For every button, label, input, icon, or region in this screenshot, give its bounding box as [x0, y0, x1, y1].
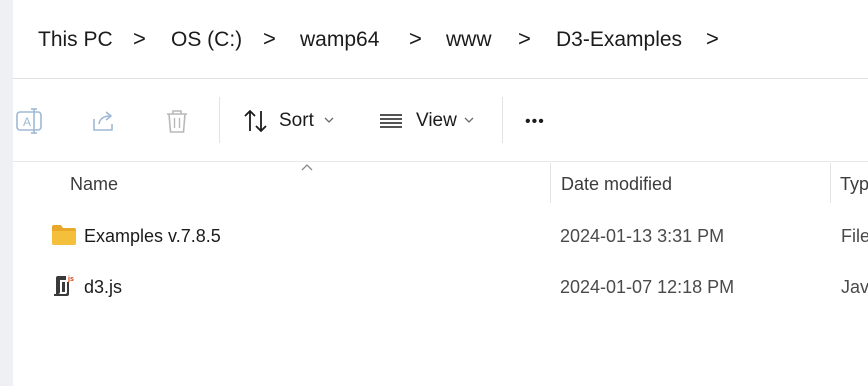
breadcrumb-item-os-c[interactable]: OS (C:) — [171, 27, 242, 53]
file-date-modified: 2024-01-07 12:18 PM — [560, 277, 735, 297]
js-file-icon: js — [54, 276, 74, 296]
toolbar-separator — [219, 97, 220, 143]
column-header-type[interactable]: Typ — [840, 172, 868, 196]
trash-icon[interactable] — [163, 107, 191, 135]
file-row[interactable]: js d3.js 2024-01-07 12:18 PM Java — [13, 262, 868, 312]
breadcrumb-item-d3-examples[interactable]: D3-Examples — [556, 27, 682, 53]
column-divider[interactable] — [550, 163, 551, 203]
file-date-modified: 2024-01-13 3:31 PM — [560, 226, 725, 246]
share-icon[interactable] — [89, 107, 117, 135]
divider — [13, 161, 868, 162]
column-header-name[interactable]: Name — [70, 172, 118, 196]
column-header-date-modified[interactable]: Date modified — [561, 172, 672, 196]
command-bar: A Sort View ••• — [13, 79, 868, 161]
file-row[interactable]: Examples v.7.8.5 2024-01-13 3:31 PM File — [13, 211, 868, 261]
breadcrumb-separator[interactable]: > — [409, 26, 422, 52]
breadcrumb-separator[interactable]: > — [263, 26, 276, 52]
file-name[interactable]: d3.js — [84, 275, 122, 299]
rename-icon[interactable]: A — [15, 107, 43, 135]
folder-icon — [52, 225, 76, 245]
svg-text:A: A — [23, 115, 31, 129]
breadcrumb-item-www[interactable]: www — [446, 27, 492, 53]
breadcrumb-separator[interactable]: > — [133, 26, 146, 52]
more-options-button[interactable]: ••• — [525, 110, 545, 134]
left-edge — [0, 0, 13, 386]
sort-button[interactable]: Sort — [279, 109, 314, 133]
file-name[interactable]: Examples v.7.8.5 — [84, 224, 221, 248]
sort-icon[interactable] — [242, 107, 270, 135]
chevron-down-icon[interactable] — [323, 115, 335, 125]
breadcrumb-item-wamp64[interactable]: wamp64 — [300, 27, 379, 53]
breadcrumb-item-this-pc[interactable]: This PC — [38, 27, 113, 53]
file-type: Java — [841, 277, 868, 297]
view-button[interactable]: View — [416, 109, 457, 133]
breadcrumb: This PC > OS (C:) > wamp64 > www > D3-Ex… — [13, 0, 868, 78]
breadcrumb-separator[interactable]: > — [518, 26, 531, 52]
file-type: File — [841, 226, 868, 246]
column-divider[interactable] — [830, 163, 831, 203]
chevron-down-icon[interactable] — [463, 115, 475, 125]
sort-caret-icon — [301, 164, 313, 171]
svg-text:js: js — [67, 276, 74, 283]
toolbar-separator — [502, 97, 503, 143]
view-icon[interactable] — [377, 107, 405, 135]
breadcrumb-separator[interactable]: > — [706, 26, 719, 52]
